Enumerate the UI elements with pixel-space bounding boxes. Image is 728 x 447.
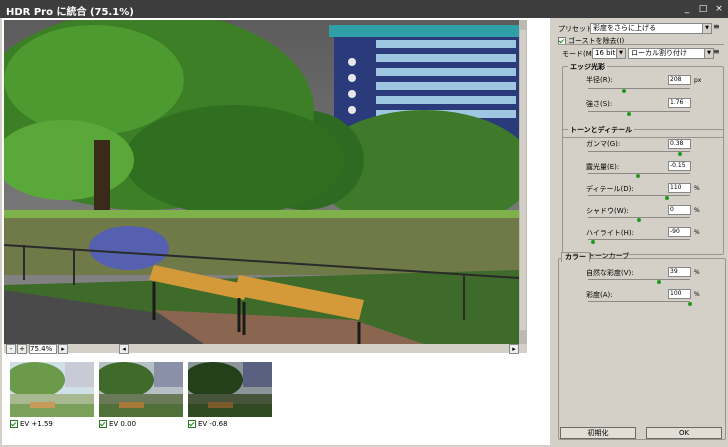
source-thumbnails: EV +1.59 EV 0.00 EV -0.68 [4,356,549,444]
radius-slider-handle[interactable] [621,89,626,93]
color-tab-panel [558,258,726,440]
exposure-slider-handle[interactable] [635,174,640,178]
reset-button[interactable]: 初期化 [560,427,636,439]
close-button[interactable]: × [712,3,726,15]
chevron-down-icon: ▼ [704,49,713,58]
thumbnail-image-1 [10,362,94,417]
detail-label: ディテール(D): [586,185,634,193]
settings-panel: プリセット(E): 彩度をさらに上げる ▼ ≡ ゴーストを除去(I) モード(M)… [552,18,728,447]
scroll-right-button[interactable]: ▸ [509,344,519,354]
preset-value: 彩度をさらに上げる [593,24,656,32]
window-title: HDR Pro に統合 (75.1%) [6,7,134,18]
thumbnail-image-2 [99,362,183,417]
highlight-slider-track[interactable] [588,239,690,240]
thumbnail-label-1[interactable]: EV +1.59 [10,420,53,428]
gamma-input[interactable]: 0.38 [668,139,691,149]
scroll-thumb[interactable] [520,30,526,330]
shadow-label: シャドウ(W): [586,207,629,215]
exposure-label: 露光量(E): [586,163,620,171]
exposure-input[interactable]: -0.15 [668,161,691,171]
strength-label: 強さ(S): [586,100,613,108]
chevron-down-icon: ▼ [702,24,711,33]
saturation-unit: % [694,291,700,298]
gamma-label: ガンマ(G): [586,140,621,148]
saturation-slider-track[interactable] [588,301,690,302]
method-dropdown[interactable]: ローカル割り付け ▼ [628,48,714,59]
shadow-slider-handle[interactable] [637,218,641,222]
divider [558,44,724,45]
strength-input[interactable]: 1.76 [668,98,691,108]
detail-input[interactable]: 110 [668,183,691,193]
radius-input[interactable]: 208 [668,75,691,85]
zoom-level-field[interactable]: 75.4% [29,344,57,354]
detail-slider-handle[interactable] [664,196,669,200]
thumbnail-ev-zero[interactable] [99,362,183,417]
title-bar: HDR Pro に統合 (75.1%) _ □ × [0,0,728,18]
detail-unit: % [694,185,700,192]
shadow-unit: % [694,207,700,214]
zoom-out-button[interactable]: - [6,344,16,354]
radius-label: 半径(R): [586,76,613,84]
minimize-button[interactable]: _ [680,3,694,15]
saturation-slider-handle[interactable] [688,302,692,306]
ok-button[interactable]: OK [646,427,722,439]
tab-tone-curve[interactable]: トーンカーブ [585,252,632,261]
vibrance-unit: % [694,269,700,276]
thumbnail-label-2[interactable]: EV 0.00 [99,420,136,428]
saturation-input[interactable]: 100 [668,289,691,299]
thumbnail-ev-minus[interactable] [188,362,272,417]
edge-glow-title: エッジ光彩 [568,62,607,72]
gamma-slider-track[interactable] [588,151,690,152]
preset-menu-icon[interactable]: ≡ [713,22,720,31]
shadow-input[interactable]: 0 [668,205,691,215]
strength-slider-track[interactable] [588,111,690,112]
scroll-left-button[interactable]: ◂ [119,344,129,354]
tone-detail-title: トーンとディテール [568,125,635,135]
thumbnail-image-3 [188,362,272,417]
thumbnail-checkbox-3[interactable] [188,420,196,428]
saturation-label: 彩度(A): [586,291,613,299]
radius-unit: px [694,77,702,84]
vibrance-label: 自然な彩度(V): [586,269,634,277]
vibrance-input[interactable]: 39 [668,267,691,277]
maximize-button[interactable]: □ [696,3,710,15]
options-menu-icon[interactable]: ≡ [713,47,720,56]
zoom-menu-button[interactable]: ▸ [58,344,68,354]
strength-slider-handle[interactable] [626,112,631,116]
preset-dropdown[interactable]: 彩度をさらに上げる ▼ [590,23,712,34]
gamma-slider-handle[interactable] [677,152,682,156]
thumbnail-checkbox-2[interactable] [99,420,107,428]
chevron-down-icon: ▼ [616,49,625,58]
thumbnail-ev-text-2: EV 0.00 [109,420,137,428]
preview-photo [4,20,519,344]
thumbnail-ev-text-3: EV -0.68 [198,420,228,428]
vertical-scrollbar[interactable] [519,20,527,344]
viewer-statusbar: - + 75.4% ▸ ◂ ▸ [4,344,527,354]
vibrance-slider-track[interactable] [588,279,690,280]
hdr-preview-image[interactable] [4,20,519,344]
bit-depth-dropdown[interactable]: 16 bit ▼ [592,48,626,59]
highlight-label: ハイライト(H): [586,229,634,237]
detail-slider-track[interactable] [588,195,690,196]
method-value: ローカル割り付け [631,49,687,57]
bit-depth-value: 16 bit [595,49,616,57]
thumbnail-label-3[interactable]: EV -0.68 [188,420,228,428]
thumbnail-ev-text-1: EV +1.59 [20,420,53,428]
thumbnail-checkbox-1[interactable] [10,420,18,428]
radius-slider-track[interactable] [588,88,690,89]
highlight-unit: % [694,229,700,236]
highlight-input[interactable]: -90 [668,227,691,237]
zoom-in-button[interactable]: + [17,344,27,354]
thumbnail-ev-plus[interactable] [10,362,94,417]
